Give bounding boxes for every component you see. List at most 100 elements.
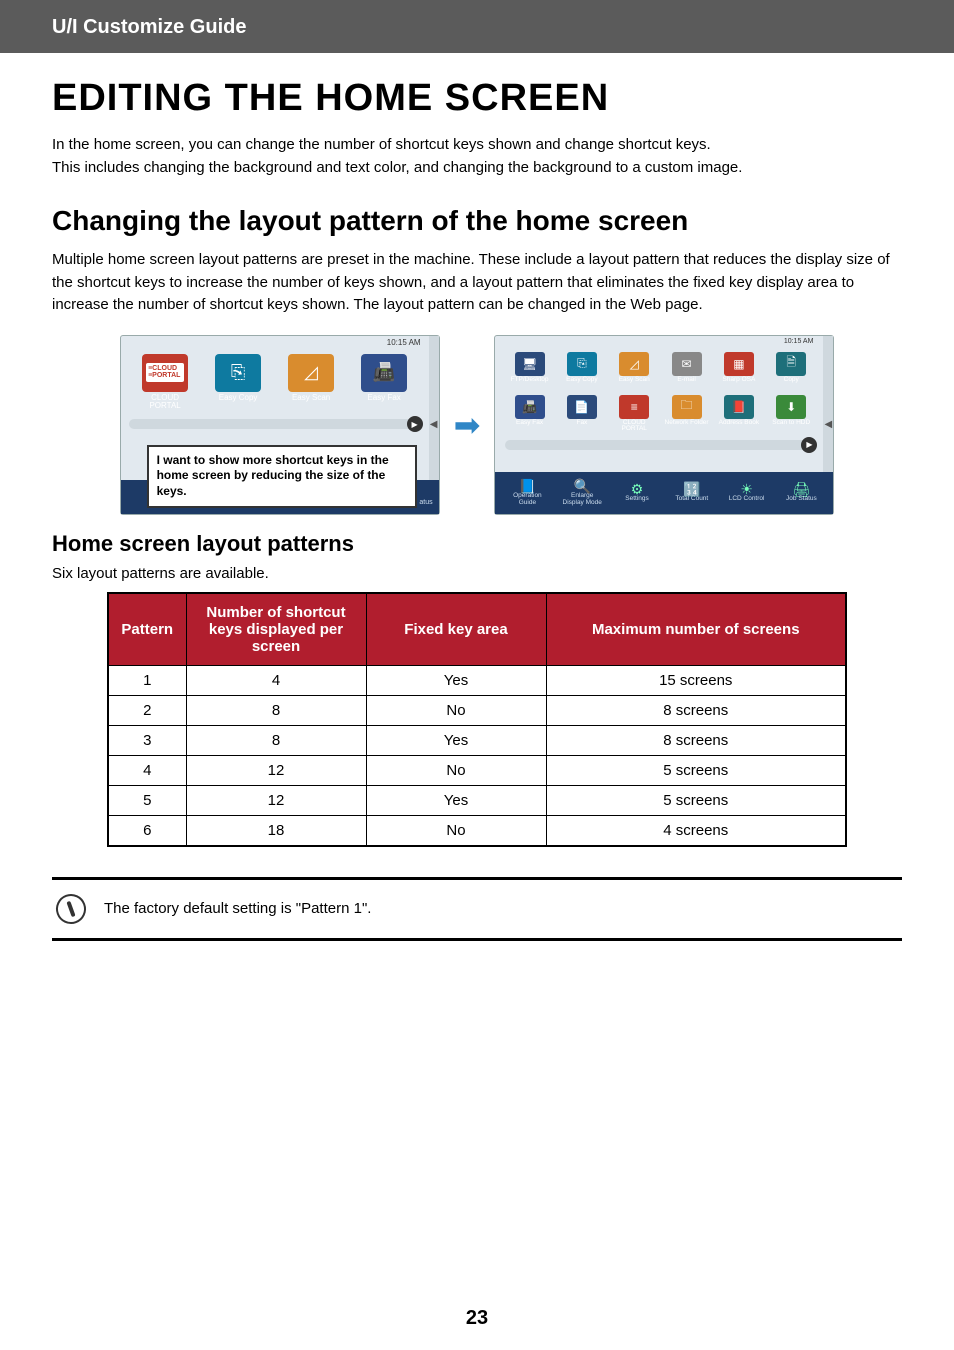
section-body: Multiple home screen layout patterns are… — [52, 249, 902, 317]
bottom-label: Enlarge Display Mode — [560, 493, 604, 506]
bottom-settings: ⚙Settings — [615, 482, 659, 503]
mock-bottom-bar: 📘Operation Guide 🔍Enlarge Display Mode ⚙… — [495, 472, 833, 514]
figure-row: 10:15 AM ◀ ≡CLOUD≡PORTAL CLOUD PORTAL ⎘ … — [52, 335, 902, 515]
status-stub: atus — [419, 499, 432, 506]
intro-line-2: This includes changing the background an… — [52, 159, 742, 176]
bottom-lcd-control: ☀LCD Control — [725, 482, 769, 503]
mock-page-indicator — [505, 440, 815, 450]
job-status-icon: 🖨 — [793, 482, 811, 496]
bottom-label: LCD Control — [729, 496, 765, 503]
subsection-heading: Home screen layout patterns — [52, 531, 902, 557]
transition-arrow-icon: ➡ — [454, 406, 481, 444]
shortcut-easy-scan: ◿ Easy Scan — [283, 354, 339, 412]
table-cell: 5 screens — [546, 785, 846, 815]
table-cell: No — [366, 815, 546, 846]
table-row: 412No5 screens — [108, 755, 846, 785]
table-cell: 8 screens — [546, 695, 846, 725]
mock-time: 10:15 AM — [784, 338, 814, 345]
page: U/I Customize Guide EDITING THE HOME SCR… — [0, 0, 954, 1350]
easy-copy-icon: ⎘ — [215, 354, 261, 392]
table-cell: 18 — [186, 815, 366, 846]
intro-line-1: In the home screen, you can change the n… — [52, 136, 711, 153]
table-cell: 8 screens — [546, 725, 846, 755]
shortcut-label: Scan to HDD — [772, 420, 810, 434]
th-keys: Number of shortcut keys displayed per sc… — [186, 593, 366, 666]
guide-icon: 📘 — [519, 479, 536, 493]
shortcut-label: Easy Copy — [566, 377, 597, 391]
mock-page-indicator — [129, 419, 421, 429]
shortcut-cloud-portal: ≡CLOUD≡PORTAL CLOUD PORTAL — [137, 354, 193, 412]
easy-fax-icon: 📠 — [515, 395, 545, 419]
ftp-icon: 🖥 — [515, 352, 545, 376]
shortcut-label: Easy Copy — [219, 394, 258, 403]
table-cell: 8 — [186, 695, 366, 725]
count-icon: 🔢 — [683, 482, 700, 496]
bottom-operation-guide: 📘Operation Guide — [505, 479, 549, 506]
header-title: U/I Customize Guide — [52, 16, 246, 38]
bottom-label: Total Count — [675, 496, 708, 503]
layout-patterns-table: Pattern Number of shortcut keys displaye… — [107, 592, 847, 847]
shortcut-label: E-mail — [677, 377, 695, 391]
shortcut-label: Fax — [576, 420, 587, 434]
shortcut-label: Easy Fax — [516, 420, 543, 434]
table-cell: Yes — [366, 665, 546, 695]
table-cell: 6 — [108, 815, 186, 846]
table-row: 618No4 screens — [108, 815, 846, 846]
table-cell: 12 — [186, 785, 366, 815]
table-cell: 15 screens — [546, 665, 846, 695]
shortcut-label: Copy — [784, 377, 799, 391]
table-row: 28No8 screens — [108, 695, 846, 725]
bottom-total-count: 🔢Total Count — [670, 482, 714, 503]
scan-hdd-icon: ⬇ — [776, 395, 806, 419]
shortcut-label: CLOUD PORTAL — [137, 394, 193, 412]
mock-home-screen-small: 10:15 AM ◀ 🖥FTP/Desktop ⎘Easy Copy ◿Easy… — [494, 335, 834, 515]
fax-icon: 📄 — [567, 395, 597, 419]
mock-icon-grid: 🖥FTP/Desktop ⎘Easy Copy ◿Easy Scan ✉E-ma… — [495, 348, 833, 438]
table-row: 14Yes15 screens — [108, 665, 846, 695]
shortcut-label: Easy Scan — [292, 394, 330, 403]
table-cell: 4 — [186, 665, 366, 695]
th-pattern: Pattern — [108, 593, 186, 666]
header-bar: U/I Customize Guide — [0, 0, 954, 53]
cloud-portal-icon: ≡ — [619, 395, 649, 419]
easy-scan-icon: ◿ — [619, 352, 649, 376]
th-max: Maximum number of screens — [546, 593, 846, 666]
bottom-label: Settings — [625, 496, 649, 503]
shortcut-label: Easy Fax — [367, 394, 400, 403]
th-fixed: Fixed key area — [366, 593, 546, 666]
mock-time: 10:15 AM — [387, 338, 421, 347]
shortcut-easy-fax: 📠 Easy Fax — [356, 354, 412, 412]
intro-paragraph: In the home screen, you can change the n… — [52, 134, 902, 179]
easy-fax-icon: 📠 — [361, 354, 407, 392]
table-cell: 5 screens — [546, 755, 846, 785]
mock-icon-row: ≡CLOUD≡PORTAL CLOUD PORTAL ⎘ Easy Copy ◿… — [121, 350, 439, 414]
easy-scan-icon: ◿ — [288, 354, 334, 392]
mock-home-screen-large: 10:15 AM ◀ ≡CLOUD≡PORTAL CLOUD PORTAL ⎘ … — [120, 335, 440, 515]
email-icon: ✉ — [672, 352, 702, 376]
callout-box: I want to show more shortcut keys in the… — [147, 445, 417, 508]
shortcut-label: CLOUD PORTAL — [610, 420, 658, 434]
cloud-portal-icon: ≡CLOUD≡PORTAL — [142, 354, 188, 392]
shortcut-label: Easy Scan — [619, 377, 650, 391]
easy-copy-icon: ⎘ — [567, 352, 597, 376]
table-cell: 8 — [186, 725, 366, 755]
enlarge-icon: 🔍 — [573, 479, 590, 493]
table-cell: 12 — [186, 755, 366, 785]
content: EDITING THE HOME SCREEN In the home scre… — [0, 77, 954, 941]
shortcut-easy-copy: ⎘ Easy Copy — [210, 354, 266, 412]
shortcut-label: FTP/Desktop — [511, 377, 549, 391]
bottom-label: Job Status — [786, 496, 817, 503]
lcd-icon: ☀ — [740, 482, 753, 496]
table-cell: Yes — [366, 785, 546, 815]
note-box: The factory default setting is "Pattern … — [52, 877, 902, 941]
shortcut-label: Address Book — [719, 420, 759, 434]
settings-icon: ⚙ — [631, 482, 644, 496]
address-book-icon: 📕 — [724, 395, 754, 419]
bottom-enlarge: 🔍Enlarge Display Mode — [560, 479, 604, 506]
bottom-job-status: 🖨Job Status — [779, 482, 823, 503]
copy-icon: 🗎 — [776, 352, 806, 376]
shortcut-label: Network Folder — [665, 420, 709, 434]
table-cell: 1 — [108, 665, 186, 695]
table-row: 512Yes5 screens — [108, 785, 846, 815]
table-cell: 3 — [108, 725, 186, 755]
